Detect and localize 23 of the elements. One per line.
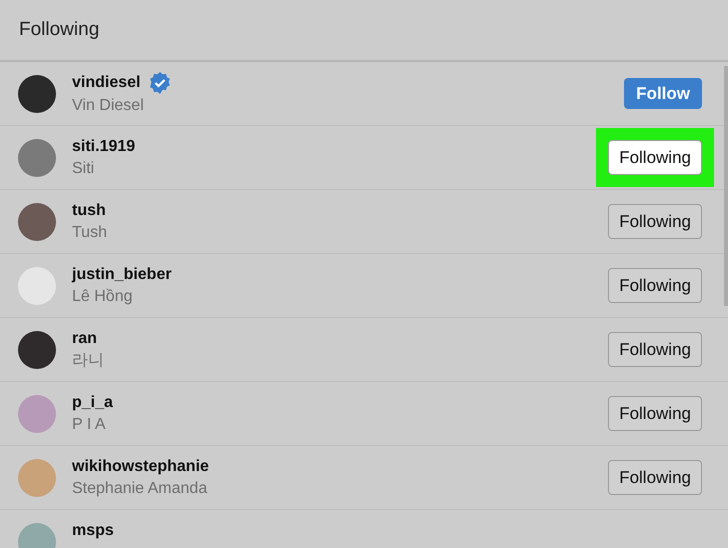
following-button[interactable]: Following <box>608 140 702 175</box>
following-button[interactable]: Following <box>608 332 702 367</box>
following-button[interactable]: Following <box>608 268 702 303</box>
follow-button[interactable]: Follow <box>624 78 702 109</box>
full-name: Vin Diesel <box>72 96 145 116</box>
full-name: P I A <box>72 414 107 434</box>
full-name: Stephanie Amanda <box>72 478 208 498</box>
username[interactable]: p_i_a <box>72 392 113 414</box>
dialog-title: Following <box>19 18 100 42</box>
full-name: Lê Hồng <box>72 286 134 306</box>
username[interactable]: msps <box>72 520 114 542</box>
username[interactable]: justin_bieber <box>72 264 172 286</box>
username[interactable]: tush <box>72 200 106 222</box>
username[interactable]: ran <box>72 328 97 350</box>
following-button[interactable]: Following <box>608 204 702 239</box>
username[interactable]: vindiesel <box>72 72 140 94</box>
full-name: 라니 <box>72 350 105 370</box>
following-button[interactable]: Following <box>608 460 702 495</box>
full-name: Siti <box>72 158 96 178</box>
full-name: Tush <box>72 222 108 242</box>
username[interactable]: wikihowstephanie <box>72 456 209 478</box>
following-button[interactable]: Following <box>608 396 702 431</box>
username[interactable]: siti.1919 <box>72 136 136 158</box>
